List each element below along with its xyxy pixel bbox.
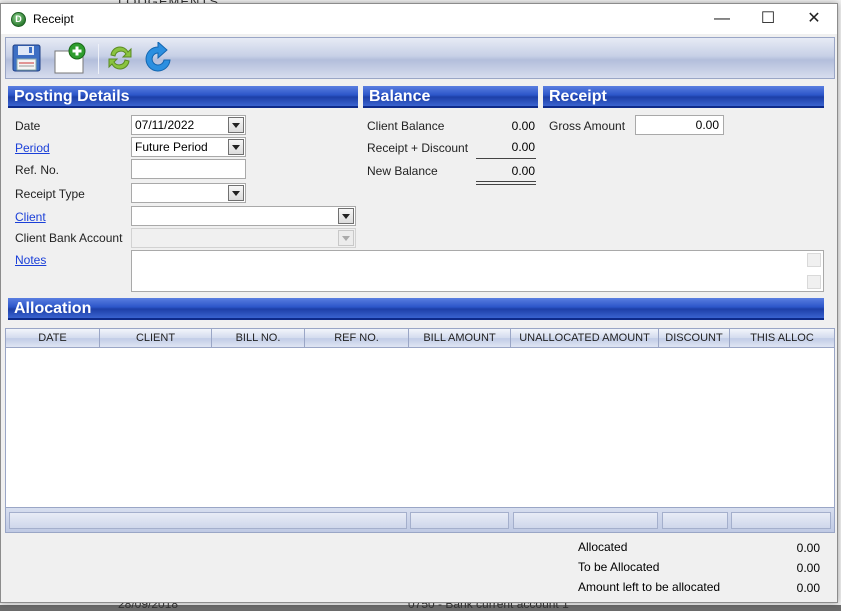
client-balance-value: 0.00 [511,119,535,133]
close-button[interactable]: ✕ [791,4,837,34]
scroll-down-icon[interactable] [807,275,821,289]
posting-details-header: Posting Details [8,86,358,108]
allocation-header: Allocation [8,298,824,320]
amount-left-value: 0.00 [796,581,820,595]
period-link[interactable]: Period [15,141,50,155]
grid-header-row: DATE CLIENT BILL NO. REF NO. BILL AMOUNT… [6,329,834,348]
footer-cell-unallocated [513,512,658,529]
allocation-grid[interactable]: DATE CLIENT BILL NO. REF NO. BILL AMOUNT… [5,328,835,533]
chevron-down-icon[interactable] [338,208,354,224]
gross-amount-label: Gross Amount [549,119,626,133]
receipt-type-label: Receipt Type [15,187,85,201]
toolbar-separator [98,44,99,74]
title-bar[interactable]: D Receipt — ☐ ✕ [1,4,837,34]
col-this-alloc[interactable]: THIS ALLOC [730,329,834,348]
footer-cell-discount [662,512,728,529]
ref-no-field[interactable] [131,159,246,179]
receipt-window: D Receipt — ☐ ✕ Posting Details Balance … [0,3,838,603]
amount-left-label: Amount left to be allocated [578,580,721,594]
total-line-top [476,181,536,182]
new-balance-label: New Balance [367,164,438,178]
save-icon[interactable] [11,42,45,76]
allocated-value: 0.00 [796,541,820,555]
new-document-icon[interactable] [53,42,87,76]
chevron-down-icon[interactable] [228,185,244,201]
toolbar [5,37,835,79]
col-bill-amount[interactable]: BILL AMOUNT [409,329,511,348]
new-balance-value: 0.00 [511,164,535,178]
receipt-discount-label: Receipt + Discount [367,141,469,155]
client-balance-label: Client Balance [367,119,445,133]
refresh-icon[interactable] [104,42,138,76]
date-label: Date [15,119,41,133]
balance-header: Balance [363,86,538,108]
calendar-dropdown-icon[interactable] [228,117,244,133]
date-value: 07/11/2022 [135,118,195,132]
chevron-down-icon[interactable] [228,139,244,155]
receipt-type-select[interactable] [131,183,246,203]
scroll-up-icon[interactable] [807,253,821,267]
window-title: Receipt [33,12,74,26]
redo-icon[interactable] [142,40,176,76]
maximize-button[interactable]: ☐ [745,4,791,34]
col-ref-no[interactable]: REF NO. [305,329,409,348]
minimize-button[interactable]: — [699,4,745,34]
receipt-discount-value: 0.00 [511,140,535,154]
col-date[interactable]: DATE [6,329,100,348]
date-field[interactable]: 07/11/2022 [131,115,246,135]
footer-cell-bill-amount [410,512,509,529]
footer-cell [9,512,407,529]
receipt-header: Receipt [543,86,824,108]
col-bill-no[interactable]: BILL NO. [212,329,305,348]
col-unallocated-amount[interactable]: UNALLOCATED AMOUNT [511,329,659,348]
allocated-label: Allocated [578,540,628,554]
notes-textarea[interactable] [131,250,824,292]
to-be-allocated-label: To be Allocated [578,560,660,574]
subtotal-line [476,158,536,159]
total-line-bottom [476,184,536,185]
app-logo-icon: D [11,12,26,27]
period-value: Future Period [135,140,208,154]
client-bank-account-select [131,228,356,248]
footer-cell-this-alloc [731,512,831,529]
client-select[interactable] [131,206,356,226]
client-link[interactable]: Client [15,210,46,224]
client-bank-account-label: Client Bank Account [15,231,123,245]
ref-no-label: Ref. No. [15,163,60,177]
grid-footer-row [6,507,834,532]
col-discount[interactable]: DISCOUNT [659,329,730,348]
notes-link[interactable]: Notes [15,253,46,267]
chevron-down-icon [338,230,354,246]
col-client[interactable]: CLIENT [100,329,212,348]
period-select[interactable]: Future Period [131,137,246,157]
to-be-allocated-value: 0.00 [796,561,820,575]
gross-amount-field[interactable]: 0.00 [635,115,724,135]
